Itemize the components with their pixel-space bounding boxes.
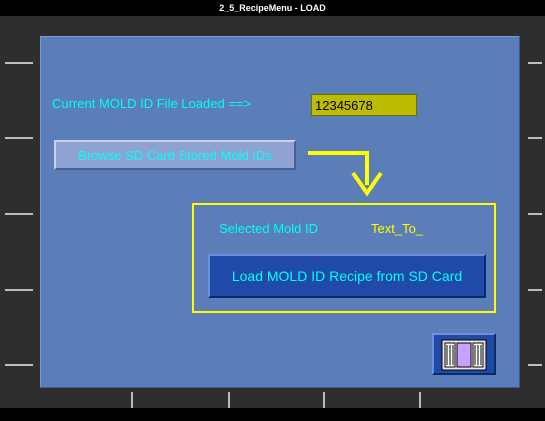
load-recipe-button[interactable]: Load MOLD ID Recipe from SD Card xyxy=(208,254,486,298)
window-title: 2_5_RecipeMenu - LOAD xyxy=(0,0,545,16)
bottom-divider xyxy=(228,392,230,408)
current-mold-label: Current MOLD ID File Loaded ==> xyxy=(52,96,252,111)
frame-tick xyxy=(528,62,542,64)
frame-tick xyxy=(5,364,33,366)
bottom-divider xyxy=(323,392,325,408)
bottom-divider xyxy=(419,392,421,408)
bottom-divider xyxy=(131,392,133,408)
frame-tick xyxy=(5,62,33,64)
frame-tick xyxy=(5,289,33,291)
selected-mold-label: Selected Mold ID xyxy=(219,221,318,236)
frame-tick xyxy=(528,213,542,215)
current-mold-value: 12345678 xyxy=(311,94,417,116)
flow-arrow-icon xyxy=(308,151,383,197)
selected-mold-value: Text_To_ xyxy=(371,221,424,236)
frame-tick xyxy=(5,213,33,215)
frame-tick xyxy=(5,137,33,139)
exit-door-icon xyxy=(441,339,487,371)
frame-tick xyxy=(528,289,542,291)
frame-tick xyxy=(528,137,542,139)
bottom-stub xyxy=(490,408,532,418)
frame-tick xyxy=(528,364,542,366)
bottom-bar xyxy=(0,408,545,421)
browse-sd-card-button[interactable]: Browse SD Card Stored Mold IDs xyxy=(54,140,296,170)
exit-button[interactable] xyxy=(432,333,496,375)
